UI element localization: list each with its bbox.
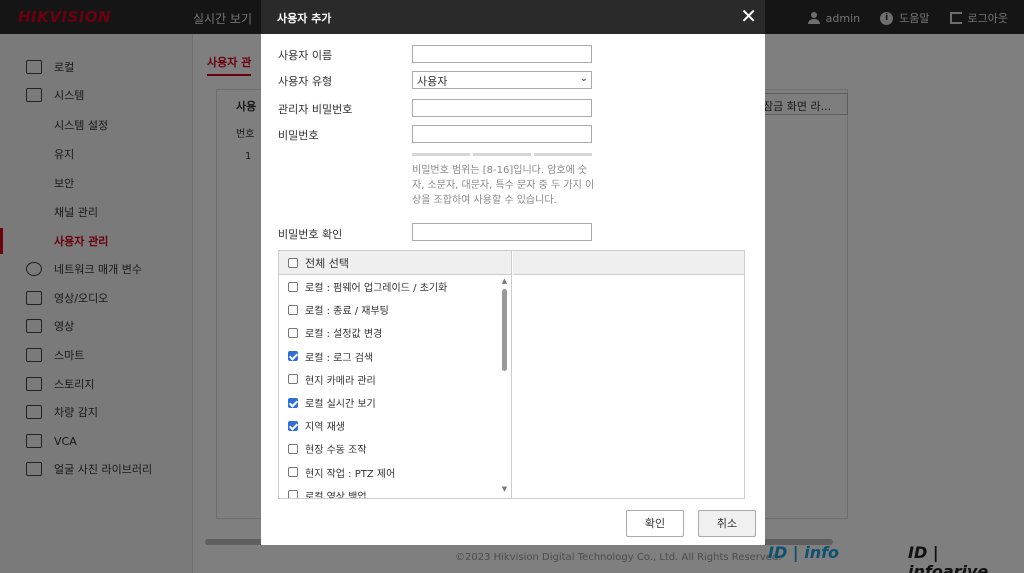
permission-label: 로컬 : 로그 검색 <box>305 352 374 364</box>
usertype-label: 사용자 유형 <box>278 75 333 88</box>
chevron-down-icon: ⌄ <box>579 73 588 84</box>
permission-item[interactable]: 현장 수동 조작 <box>279 437 511 460</box>
username-label: 사용자 이름 <box>278 49 333 62</box>
select-all-label: 전체 선택 <box>305 256 349 270</box>
permission-scrollbar[interactable]: ▲ ▼ <box>501 277 508 493</box>
permission-checkbox[interactable] <box>288 443 298 454</box>
permission-label: 로컬 : 설정값 변경 <box>305 329 383 341</box>
scroll-down-icon[interactable]: ▼ <box>501 485 508 493</box>
confirm-password-label: 비밀번호 확인 <box>278 228 343 241</box>
permission-checkbox[interactable] <box>288 397 298 408</box>
permission-checkbox[interactable] <box>288 490 298 498</box>
permission-item[interactable]: 로컬 : 종료 / 재부팅 <box>279 298 511 321</box>
permission-item[interactable]: 현지 작업 : PTZ 제어 <box>279 461 511 484</box>
permission-panel: 전체 선택 로컬 : 펌웨어 업그레이드 / 초기화 로컬 : 종료 / 재부팅 로… <box>278 250 745 499</box>
scroll-up-icon[interactable]: ▲ <box>501 277 508 285</box>
admin-password-field[interactable] <box>412 99 592 117</box>
permission-checkbox[interactable] <box>288 374 298 385</box>
add-user-dialog: 사용자 추가 ✕ 사용자 이름 사용자 유형 사용자 ⌄ 관리자 비밀번호 비밀… <box>261 0 765 545</box>
permission-checkbox[interactable] <box>288 327 298 338</box>
permission-item[interactable]: 로컬 : 설정값 변경 <box>279 321 511 344</box>
permission-item[interactable]: 지역 재생 <box>279 414 511 437</box>
permission-label: 로컬 영상 백업 <box>305 491 367 498</box>
permission-list-panel: 전체 선택 로컬 : 펌웨어 업그레이드 / 초기화 로컬 : 종료 / 재부팅 로… <box>279 251 512 498</box>
permission-checkbox[interactable] <box>288 281 298 292</box>
usertype-value: 사용자 <box>417 75 448 88</box>
permission-checkbox[interactable] <box>288 467 298 478</box>
dialog-header: 사용자 추가 ✕ <box>261 0 765 34</box>
password-strength-bar-medium <box>473 153 531 156</box>
select-all-row[interactable]: 전체 선택 <box>279 251 511 275</box>
password-hint: 비밀번호 범위는 [8-16]입니다. 암호에 숫자, 소문자, 대문자, 특수… <box>412 165 595 206</box>
permission-checkbox[interactable] <box>288 304 298 315</box>
permission-label: 로컬 실시간 보기 <box>305 399 376 411</box>
permission-checkbox[interactable] <box>288 351 298 362</box>
permission-item[interactable]: 로컬 영상 백업 <box>279 484 511 498</box>
password-strength-bar-strong <box>534 153 592 156</box>
permission-checkbox[interactable] <box>288 420 298 431</box>
password-strength-bar-weak <box>412 153 470 156</box>
permission-label: 현지 카메라 관리 <box>305 375 376 387</box>
permission-label: 현장 수동 조작 <box>305 445 367 457</box>
cancel-button[interactable]: 취소 <box>698 510 756 537</box>
permission-label: 로컬 : 펌웨어 업그레이드 / 초기화 <box>305 283 448 295</box>
usertype-select[interactable]: 사용자 ⌄ <box>412 71 592 89</box>
permission-detail-header <box>513 251 744 275</box>
permission-item[interactable]: 현지 카메라 관리 <box>279 368 511 391</box>
username-field[interactable] <box>412 45 592 63</box>
password-field[interactable] <box>412 125 592 143</box>
permission-list: 로컬 : 펌웨어 업그레이드 / 초기화로컬 : 종료 / 재부팅로컬 : 설정… <box>279 275 511 498</box>
select-all-checkbox[interactable] <box>288 257 298 268</box>
admin-password-label: 관리자 비밀번호 <box>278 103 353 116</box>
confirm-password-field[interactable] <box>412 223 592 241</box>
permission-label: 현지 작업 : PTZ 제어 <box>305 468 396 480</box>
password-label: 비밀번호 <box>278 129 319 142</box>
permission-item[interactable]: 로컬 실시간 보기 <box>279 391 511 414</box>
ok-button[interactable]: 확인 <box>626 510 684 537</box>
permission-label: 지역 재생 <box>305 422 345 434</box>
scrollbar-thumb[interactable] <box>502 289 507 371</box>
close-icon[interactable]: ✕ <box>740 5 757 27</box>
permission-label: 로컬 : 종료 / 재부팅 <box>305 306 389 318</box>
permission-item[interactable]: 로컬 : 로그 검색 <box>279 345 511 368</box>
permission-item[interactable]: 로컬 : 펌웨어 업그레이드 / 초기화 <box>279 275 511 298</box>
dialog-title: 사용자 추가 <box>277 12 332 25</box>
